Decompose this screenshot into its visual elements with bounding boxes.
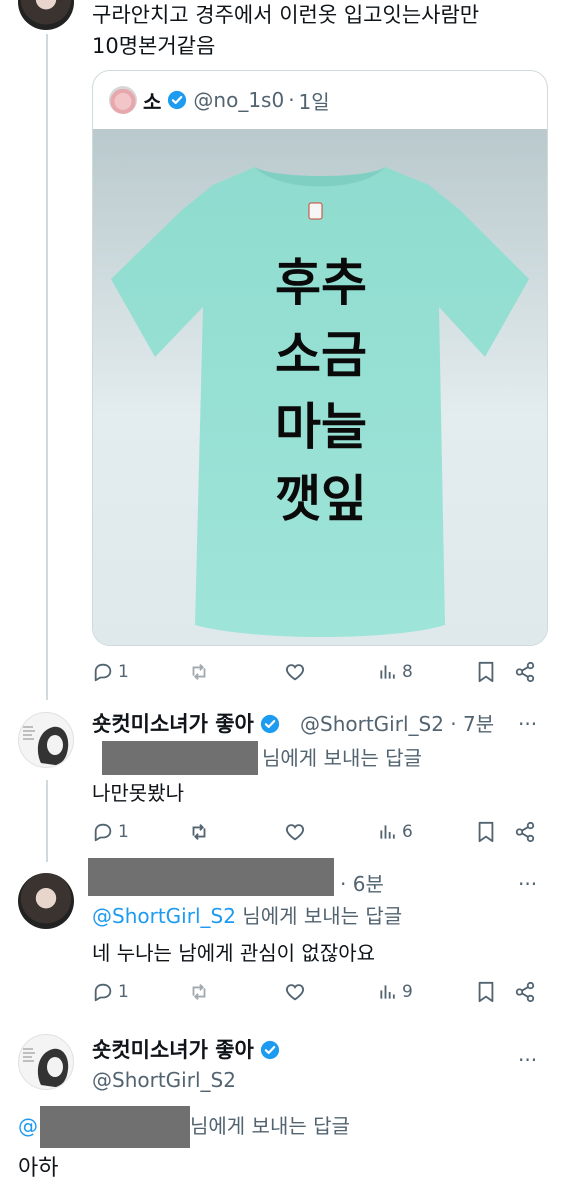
avatar: [109, 86, 137, 114]
timestamp: · 6분: [340, 872, 384, 896]
views-button[interactable]: 9: [378, 978, 413, 1006]
bookmark-button[interactable]: [476, 978, 496, 1006]
retweet-button[interactable]: [188, 658, 210, 686]
quoted-author-handle: @no_1s0: [193, 88, 285, 112]
reply-count: 1: [118, 982, 129, 1002]
reply-mention-link[interactable]: @: [18, 1114, 38, 1138]
tweet-text: 아하: [18, 1156, 59, 1181]
retweet-icon: [192, 824, 206, 840]
views-button[interactable]: 8: [378, 658, 413, 686]
author-handle: @ShortGirl_S2: [300, 712, 444, 736]
reply-count: 1: [118, 822, 129, 842]
avatar[interactable]: [18, 712, 74, 768]
tweet-text: 나만못봤나: [92, 781, 184, 805]
avatar[interactable]: [18, 1034, 74, 1090]
share-button[interactable]: [514, 978, 536, 1006]
quoted-timestamp: 1일: [298, 89, 330, 114]
verified-badge-icon: [260, 714, 279, 734]
redacted-block: [88, 858, 334, 896]
reply-icon: [94, 983, 112, 1002]
author-name-text: 숏컷미소녀가 좋아: [92, 1038, 254, 1062]
views-count: 8: [402, 662, 413, 682]
replying-to-suffix: 님에게 보내는 답글: [242, 904, 403, 928]
share-icon: [515, 661, 535, 683]
tweet-actions: 1 8: [92, 658, 542, 686]
quoted-tweet[interactable]: 소 @no_1s0 · 1일 후추 소금 마늘 깻잎: [92, 70, 548, 646]
retweet-button[interactable]: [188, 818, 210, 846]
views-count: 6: [402, 822, 413, 842]
redacted-block: [102, 741, 258, 775]
timestamp: · 7분: [450, 712, 495, 736]
retweet-button[interactable]: [188, 978, 210, 1006]
dot-separator: ·: [288, 88, 295, 112]
author-handle: @ShortGirl_S2: [92, 1068, 236, 1092]
more-options-button[interactable]: ···: [518, 1048, 537, 1072]
quoted-tweet-header: 소 @no_1s0 · 1일: [109, 85, 330, 115]
replying-to: 님에게 보내는 답글: [262, 744, 422, 772]
replying-to-suffix: 님에게 보내는 답글: [262, 746, 422, 770]
tweet-actions: 1 9: [92, 978, 542, 1006]
tweet-actions: 1 6: [92, 818, 542, 846]
reply-icon: [94, 663, 112, 682]
reply-count: 1: [118, 662, 129, 682]
replying-to-suffix: 님에게 보내는 답글: [190, 1114, 350, 1138]
manga-avatar-image: [23, 1048, 69, 1087]
reply-button[interactable]: 1: [92, 978, 129, 1006]
author-name[interactable]: 숏컷미소녀가 좋아: [92, 1036, 280, 1064]
share-button[interactable]: [514, 658, 536, 686]
tweet-text: 네 누나는 남에게 관심이 없잖아요: [92, 941, 376, 965]
author-name-text: 숏컷미소녀가 좋아: [92, 712, 254, 736]
quoted-media-image[interactable]: 후추 소금 마늘 깻잎: [93, 129, 547, 645]
heart-icon: [285, 664, 305, 681]
avatar[interactable]: [18, 0, 74, 30]
retweet-icon: [192, 664, 206, 680]
views-count: 9: [402, 982, 413, 1002]
avatar[interactable]: [18, 873, 74, 929]
thread-line: [46, 34, 48, 700]
reply-mention-link[interactable]: @ShortGirl_S2: [92, 904, 236, 928]
like-button[interactable]: [284, 818, 306, 846]
replying-to: @ShortGirl_S2 님에게 보내는 답글: [92, 902, 402, 930]
bookmark-icon: [478, 981, 494, 1003]
more-options-button[interactable]: ···: [518, 872, 537, 896]
share-icon: [515, 821, 535, 843]
views-icon: [380, 825, 395, 839]
shirt-text-line: 소금: [275, 326, 367, 384]
shirt-text-line: 후추: [275, 254, 367, 312]
redacted-block: [40, 1106, 190, 1148]
reply-button[interactable]: 1: [92, 818, 129, 846]
replying-to: @: [18, 1112, 38, 1140]
heart-icon: [285, 984, 305, 1001]
bookmark-icon: [478, 821, 494, 843]
quoted-author-name: 소: [143, 89, 162, 114]
reply-button[interactable]: 1: [92, 658, 129, 686]
verified-badge-icon: [168, 90, 187, 110]
author-name[interactable]: 숏컷미소녀가 좋아: [92, 710, 280, 738]
views-icon: [380, 985, 395, 999]
tweet-text-line: 구라안치고 경주에서 이런옷 입고잇는사람만: [92, 3, 480, 27]
heart-icon: [285, 824, 305, 841]
thread-line: [46, 780, 48, 862]
more-options-button[interactable]: ···: [518, 712, 537, 736]
like-button[interactable]: [284, 978, 306, 1006]
shirt-text-line: 마늘: [275, 398, 367, 456]
tweet-text-line: 10명본거같음: [92, 34, 216, 58]
views-icon: [380, 665, 395, 679]
author-handle-and-time: @ShortGirl_S2 · 7분: [300, 710, 494, 738]
manga-avatar-image: [23, 726, 69, 765]
share-button[interactable]: [514, 818, 536, 846]
retweet-icon: [192, 984, 206, 1000]
views-button[interactable]: 6: [378, 818, 413, 846]
share-icon: [515, 981, 535, 1003]
bookmark-icon: [478, 661, 494, 683]
shirt-text-line: 깻잎: [275, 470, 367, 528]
reply-icon: [94, 823, 112, 842]
verified-badge-icon: [260, 1040, 279, 1060]
bookmark-button[interactable]: [476, 658, 496, 686]
bookmark-button[interactable]: [476, 818, 496, 846]
like-button[interactable]: [284, 658, 306, 686]
